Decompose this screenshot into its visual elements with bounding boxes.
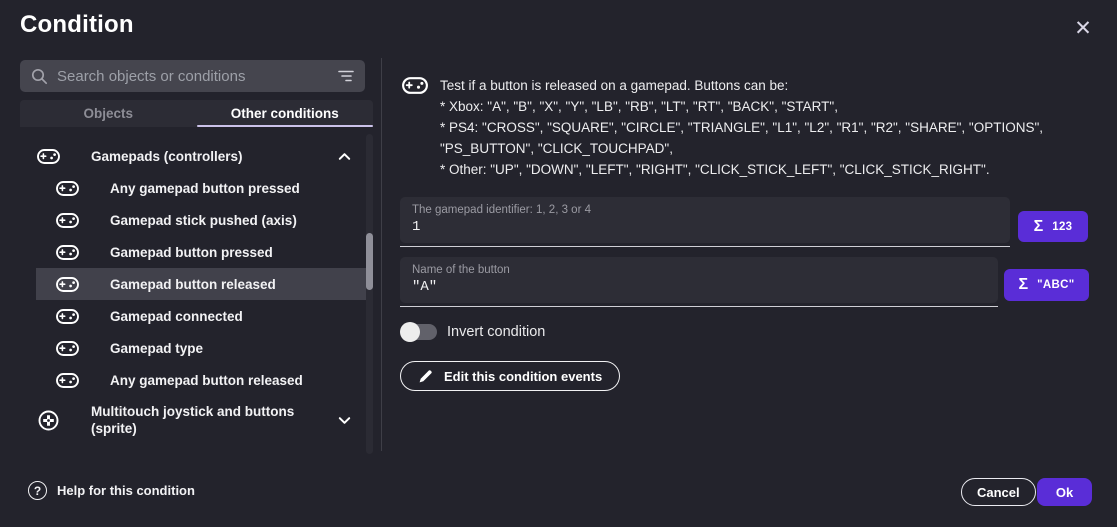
list-item-label: Gamepad connected [110,309,243,324]
list-item-label: Gamepad button released [110,277,276,292]
multitouch-joystick-icon [36,410,60,431]
list-item-label: Multitouch joystick and buttons (sprite) [91,403,303,437]
gamepad-icon [55,341,79,356]
question-mark-icon: ? [28,481,47,500]
description-line: * Other: "UP", "DOWN", "LEFT", "RIGHT", … [440,159,1112,180]
field-label: Name of the button [412,264,986,276]
gamepad-icon [55,373,79,388]
sigma-icon: Σ [1019,276,1029,294]
list-item-label: Gamepad type [110,341,203,356]
gamepad-icon [55,213,79,228]
search-icon [31,68,48,85]
list-item-gamepad-button-released[interactable]: Gamepad button released [36,268,373,300]
field-underline [400,306,998,307]
tab-other-conditions[interactable]: Other conditions [197,100,374,127]
edit-condition-events-button[interactable]: Edit this condition events [400,361,620,391]
list-item-gamepad-type[interactable]: Gamepad type [36,332,373,364]
gamepad-icon [55,277,79,292]
pencil-icon [418,369,433,384]
edit-condition-events-label: Edit this condition events [444,369,602,384]
gamepad-identifier-field[interactable]: The gamepad identifier: 1, 2, 3 or 4 1 [400,197,1010,247]
list-group-multitouch-joystick[interactable]: Multitouch joystick and buttons (sprite) [36,396,373,444]
expression-editor-button-string[interactable]: Σ "ABC" [1004,269,1089,301]
toggle-knob[interactable] [400,322,420,342]
help-link[interactable]: ? Help for this condition [28,481,195,500]
gamepad-icon [402,77,428,99]
field-label: The gamepad identifier: 1, 2, 3 or 4 [412,204,998,216]
gamepad-icon [55,181,79,196]
list-scrollbar-track[interactable] [366,134,373,454]
page-title: Condition [20,11,134,39]
list-item-any-gamepad-button-released[interactable]: Any gamepad button released [36,364,373,396]
invert-condition-label: Invert condition [447,324,545,340]
field-background: The gamepad identifier: 1, 2, 3 or 4 1 [400,197,1010,243]
field-background: Name of the button "A" [400,257,998,303]
list-item-gamepad-connected[interactable]: Gamepad connected [36,300,373,332]
close-icon[interactable]: ✕ [1068,13,1098,43]
gamepad-icon [36,149,60,164]
conditions-list: Gamepads (controllers) Any gamepad butto… [0,140,381,444]
tab-bar: Objects Other conditions [20,100,373,127]
description-line: * Xbox: "A", "B", "X", "Y", "LB", "RB", … [440,96,1112,117]
list-item-label: Any gamepad button released [110,373,303,388]
gamepad-icon [55,309,79,324]
search-input[interactable] [57,68,329,85]
ok-button[interactable]: Ok [1037,478,1092,506]
tab-label: Objects [83,106,133,121]
list-item-gamepad-stick-pushed[interactable]: Gamepad stick pushed (axis) [36,204,373,236]
chevron-up-icon[interactable] [338,152,351,161]
search-bar [20,60,365,92]
active-tab-underline [197,125,374,127]
cancel-button[interactable]: Cancel [961,478,1036,506]
field-value[interactable]: 1 [412,219,998,235]
list-group-gamepads[interactable]: Gamepads (controllers) [36,140,373,172]
expression-editor-button-number[interactable]: Σ 123 [1018,211,1088,242]
field-value[interactable]: "A" [412,279,986,295]
chevron-down-icon[interactable] [338,416,351,425]
expression-button-label: "ABC" [1037,279,1074,291]
description-line: * PS4: "CROSS", "SQUARE", "CIRCLE", "TRI… [440,117,1112,138]
tab-label: Other conditions [231,106,339,121]
list-item-label: Gamepad stick pushed (axis) [110,213,297,228]
expression-button-label: 123 [1052,221,1072,233]
invert-condition-toggle[interactable] [400,322,438,342]
description-line: Test if a button is released on a gamepa… [440,75,1112,96]
filter-icon[interactable] [338,70,354,82]
description-line: "PS_BUTTON", "CLICK_TOUCHPAD", [440,138,1112,159]
list-item-any-gamepad-button-pressed[interactable]: Any gamepad button pressed [36,172,373,204]
list-item-label: Any gamepad button pressed [110,181,300,196]
condition-description: Test if a button is released on a gamepa… [440,75,1112,180]
tab-objects[interactable]: Objects [20,100,197,127]
list-item-gamepad-button-pressed[interactable]: Gamepad button pressed [36,236,373,268]
field-underline [400,246,1010,247]
list-scrollbar-thumb[interactable] [366,233,373,290]
condition-dialog: Condition ✕ Objects Other conditions Gam… [0,0,1117,527]
list-item-label: Gamepad button pressed [110,245,273,260]
gamepad-icon [55,245,79,260]
button-name-field[interactable]: Name of the button "A" [400,257,998,307]
panel-divider [381,58,382,451]
list-item-label: Gamepads (controllers) [91,149,243,164]
help-label: Help for this condition [57,483,195,498]
sigma-icon: Σ [1034,218,1044,236]
